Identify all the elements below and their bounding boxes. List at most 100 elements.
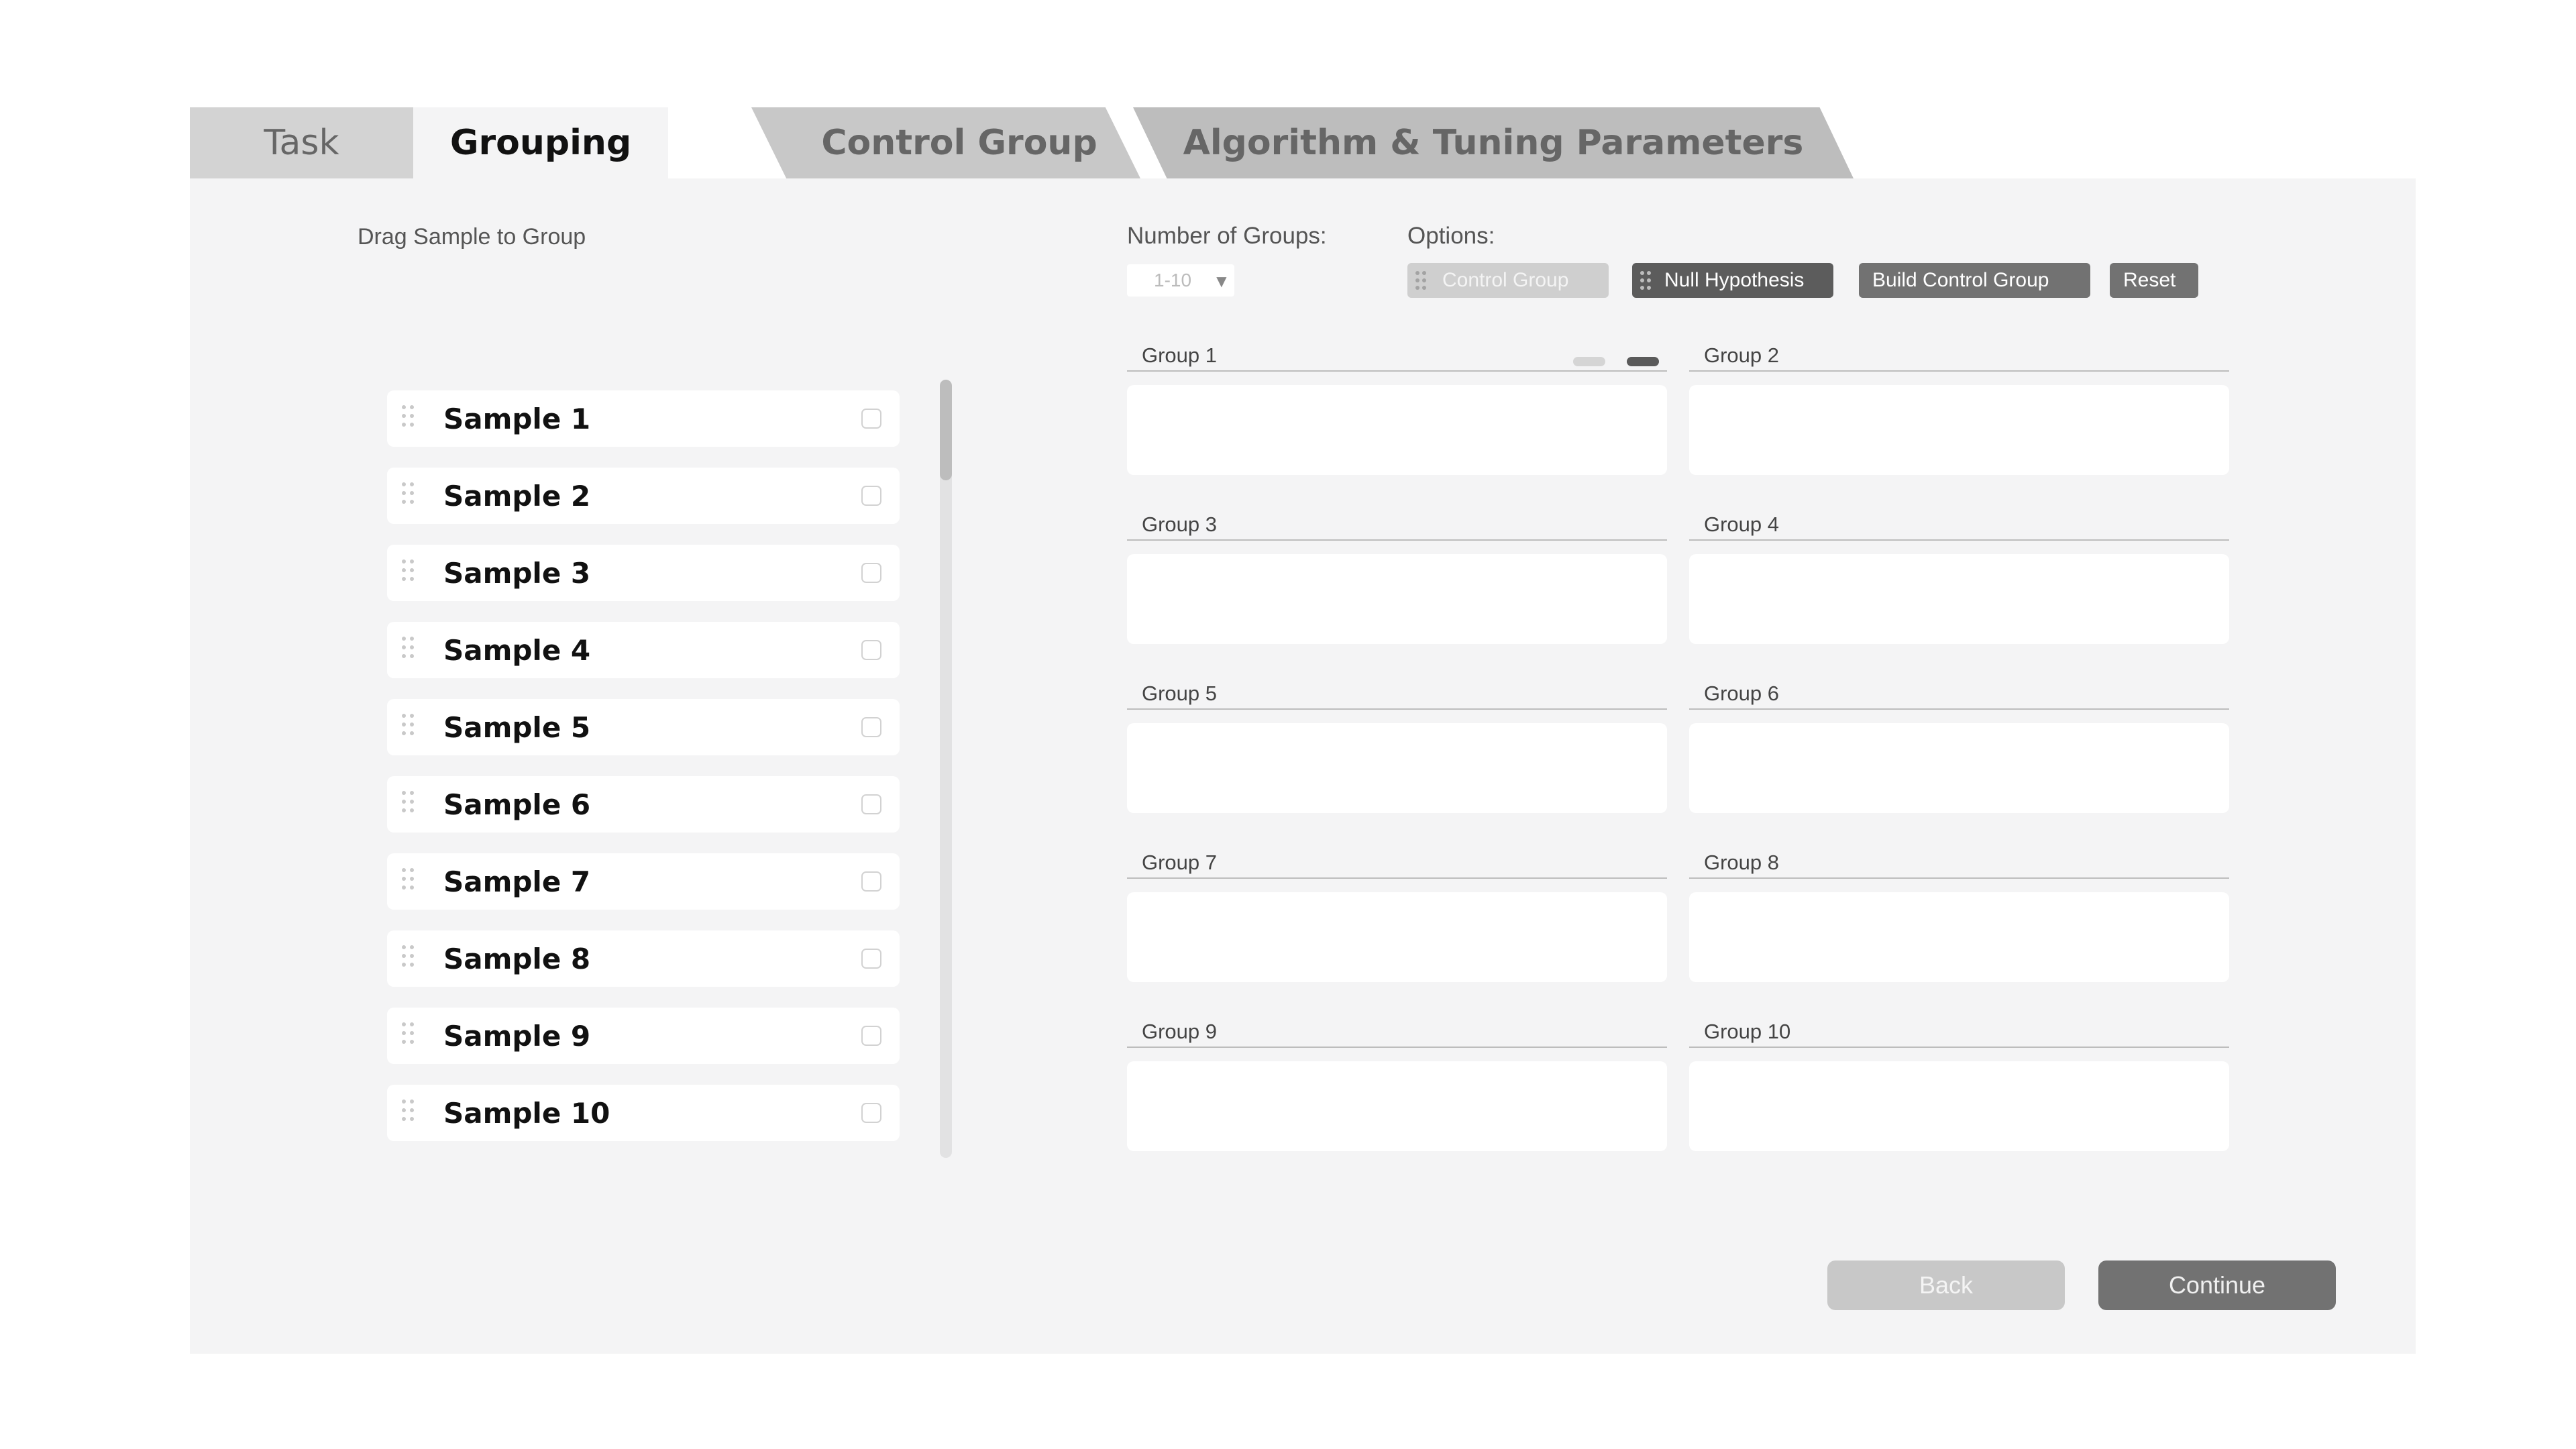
group-title: Group 2 <box>1689 343 2229 372</box>
tab-bar: Task Grouping Control Group Algorithm & … <box>190 107 1854 178</box>
control-group-chip[interactable]: Control Group <box>1407 263 1609 298</box>
sample-item[interactable]: Sample 3 <box>387 545 900 601</box>
sample-item[interactable]: Sample 6 <box>387 776 900 833</box>
build-control-group-button[interactable]: Build Control Group <box>1859 263 2090 298</box>
control-group-chip-label: Control Group <box>1442 269 1569 291</box>
sample-label: Sample 8 <box>443 942 591 975</box>
number-of-groups-label: Number of Groups: <box>1127 223 1327 249</box>
sample-checkbox[interactable] <box>861 486 881 506</box>
group-2: Group 2 <box>1689 343 2229 475</box>
sample-label: Sample 7 <box>443 865 591 898</box>
sample-checkbox[interactable] <box>861 1026 881 1046</box>
group-view-toggle <box>1573 357 1667 368</box>
caret-down-icon: ▼ <box>1213 271 1230 291</box>
tab-task-label: Task <box>264 123 339 163</box>
group-4: Group 4 <box>1689 513 2229 644</box>
drag-handle-icon[interactable] <box>402 945 415 972</box>
group-title: Group 9 <box>1127 1020 1667 1048</box>
group-drop-zone[interactable] <box>1127 723 1667 813</box>
tab-control-group[interactable]: Control Group <box>751 107 1140 178</box>
sample-checkbox[interactable] <box>861 717 881 737</box>
sample-checkbox[interactable] <box>861 794 881 814</box>
group-drop-zone[interactable] <box>1127 892 1667 982</box>
tab-algorithm-tuning[interactable]: Algorithm & Tuning Parameters <box>1133 107 1854 178</box>
sample-label: Sample 5 <box>443 710 591 744</box>
sample-checkbox[interactable] <box>861 1103 881 1123</box>
sample-item[interactable]: Sample 4 <box>387 622 900 678</box>
drag-handle-icon <box>1640 271 1654 291</box>
null-hypothesis-chip[interactable]: Null Hypothesis <box>1632 263 1833 298</box>
drag-handle-icon[interactable] <box>402 714 415 741</box>
sample-label: Sample 3 <box>443 556 591 590</box>
sample-label: Sample 10 <box>443 1096 610 1130</box>
group-10: Group 10 <box>1689 1020 2229 1151</box>
drag-handle-icon[interactable] <box>402 1022 415 1049</box>
group-drop-zone[interactable] <box>1127 385 1667 475</box>
continue-button[interactable]: Continue <box>2098 1260 2336 1310</box>
group-title: Group 6 <box>1689 682 2229 710</box>
drag-handle-icon[interactable] <box>402 482 415 509</box>
back-button-label: Back <box>1919 1271 1974 1299</box>
tab-grouping-label: Grouping <box>449 123 632 163</box>
group-drop-zone[interactable] <box>1127 554 1667 644</box>
sample-label: Sample 6 <box>443 788 591 821</box>
tab-grouping[interactable]: Grouping <box>413 107 668 178</box>
continue-button-label: Continue <box>2168 1271 2266 1299</box>
sample-checkbox[interactable] <box>861 640 881 660</box>
sample-checkbox[interactable] <box>861 409 881 429</box>
sample-list-scrollbar[interactable] <box>940 380 952 1158</box>
sample-item[interactable]: Sample 7 <box>387 853 900 910</box>
reset-button[interactable]: Reset <box>2110 263 2198 298</box>
group-1: Group 1 <box>1127 343 1667 475</box>
number-of-groups-select[interactable]: 1-10 ▼ <box>1127 264 1234 297</box>
group-title: Group 8 <box>1689 851 2229 879</box>
grouping-panel: Drag Sample to Group Sample 1 Sample 2 S… <box>190 178 2416 1354</box>
build-control-group-label: Build Control Group <box>1872 269 2049 291</box>
group-drop-zone[interactable] <box>1689 554 2229 644</box>
toggle-option-icon[interactable] <box>1573 357 1605 366</box>
group-drop-zone[interactable] <box>1689 892 2229 982</box>
group-9: Group 9 <box>1127 1020 1667 1151</box>
group-drop-zone[interactable] <box>1689 385 2229 475</box>
toggle-option-icon[interactable] <box>1627 357 1659 366</box>
sample-checkbox[interactable] <box>861 563 881 583</box>
sample-item[interactable]: Sample 1 <box>387 390 900 447</box>
sample-label: Sample 9 <box>443 1019 591 1053</box>
group-title: Group 7 <box>1127 851 1667 879</box>
sample-checkbox[interactable] <box>861 949 881 969</box>
group-6: Group 6 <box>1689 682 2229 813</box>
group-3: Group 3 <box>1127 513 1667 644</box>
tab-algorithm-tuning-label: Algorithm & Tuning Parameters <box>1183 123 1804 163</box>
drag-handle-icon[interactable] <box>402 1099 415 1126</box>
group-title: Group 5 <box>1127 682 1667 710</box>
scrollbar-thumb[interactable] <box>940 380 952 480</box>
back-button[interactable]: Back <box>1827 1260 2065 1310</box>
drag-handle-icon[interactable] <box>402 791 415 818</box>
group-5: Group 5 <box>1127 682 1667 813</box>
group-title: Group 4 <box>1689 513 2229 541</box>
group-title: Group 10 <box>1689 1020 2229 1048</box>
group-8: Group 8 <box>1689 851 2229 982</box>
sample-item[interactable]: Sample 10 <box>387 1085 900 1141</box>
group-drop-zone[interactable] <box>1127 1061 1667 1151</box>
sample-label: Sample 4 <box>443 633 591 667</box>
number-of-groups-value: 1-10 <box>1154 270 1192 290</box>
drag-handle-icon[interactable] <box>402 559 415 586</box>
sample-item[interactable]: Sample 9 <box>387 1008 900 1064</box>
sample-list: Sample 1 Sample 2 Sample 3 Sample 4 Samp… <box>387 390 900 1162</box>
drag-handle-icon[interactable] <box>402 868 415 895</box>
sample-label: Sample 2 <box>443 479 591 513</box>
tab-task[interactable]: Task <box>190 107 413 178</box>
sample-item[interactable]: Sample 5 <box>387 699 900 755</box>
drag-handle-icon <box>1415 271 1429 291</box>
drag-handle-icon[interactable] <box>402 637 415 663</box>
drag-instructions: Drag Sample to Group <box>358 224 586 250</box>
sample-item[interactable]: Sample 2 <box>387 468 900 524</box>
drag-handle-icon[interactable] <box>402 405 415 432</box>
group-drop-zone[interactable] <box>1689 1061 2229 1151</box>
reset-label: Reset <box>2123 269 2176 291</box>
sample-checkbox[interactable] <box>861 871 881 892</box>
null-hypothesis-chip-label: Null Hypothesis <box>1664 269 1805 291</box>
group-drop-zone[interactable] <box>1689 723 2229 813</box>
sample-item[interactable]: Sample 8 <box>387 930 900 987</box>
